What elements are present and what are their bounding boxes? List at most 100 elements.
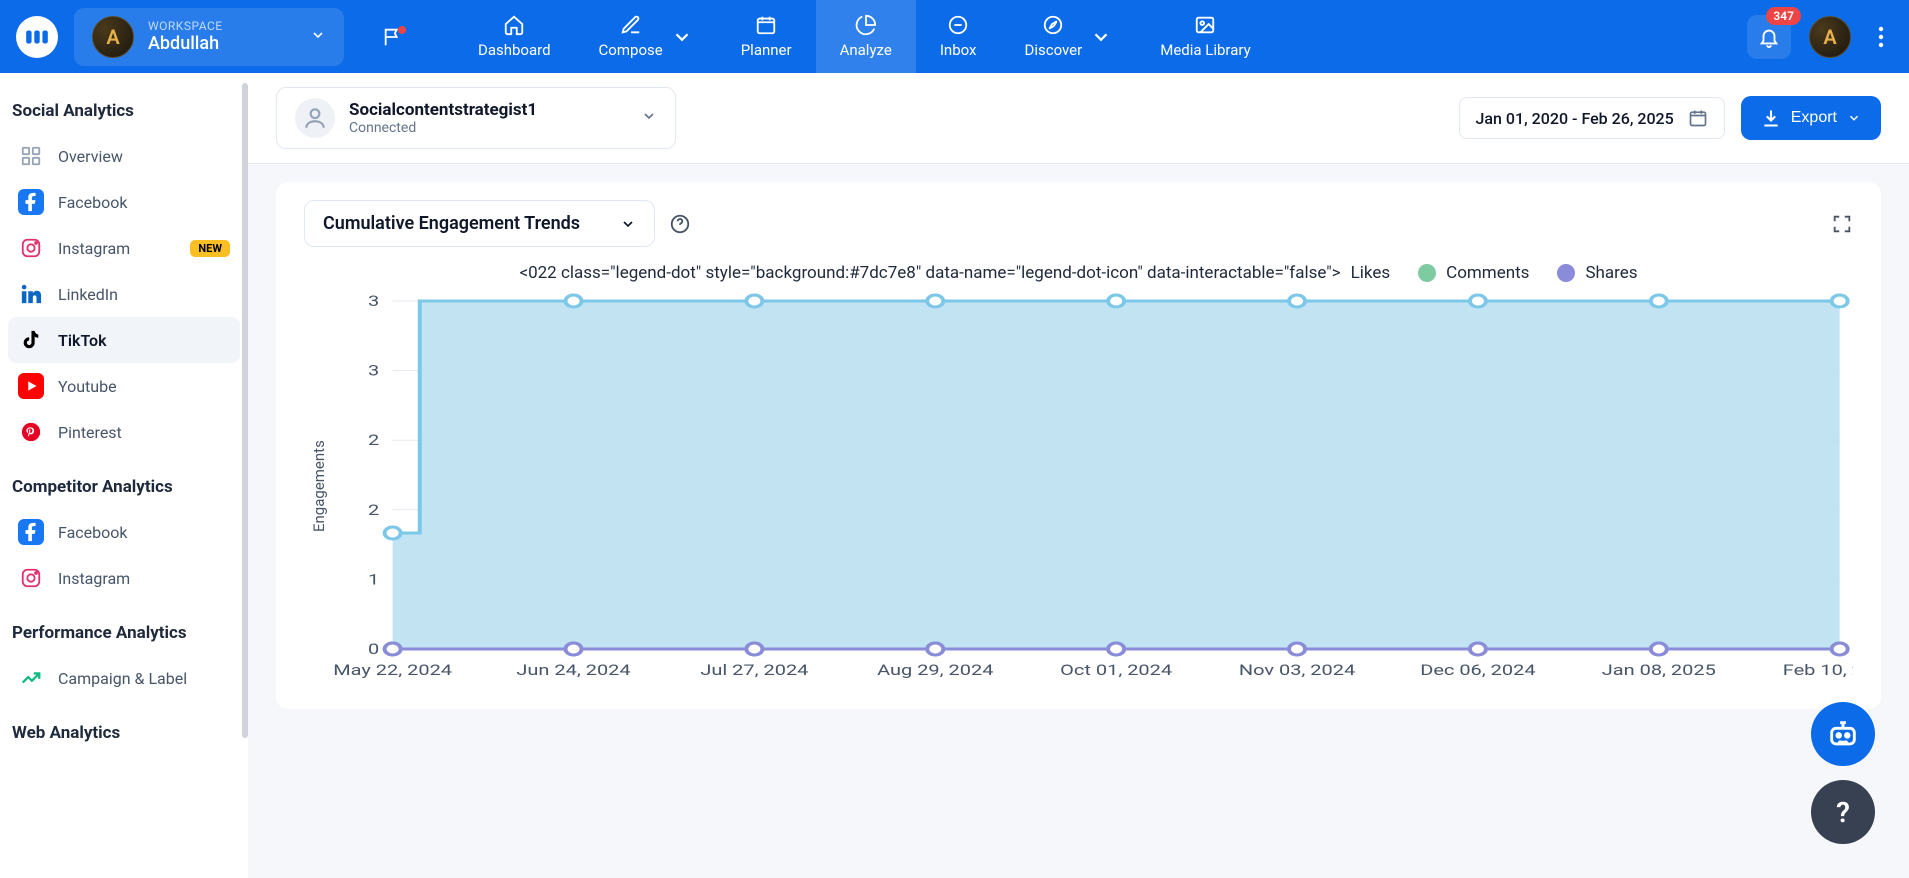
sidebar-item-label: Youtube [58,377,117,396]
svg-text:2: 2 [368,432,379,449]
sidebar-item-competitor-facebook[interactable]: Facebook [8,509,240,555]
nav-label: Media Library [1160,41,1250,59]
image-icon [1194,14,1216,36]
logo-icon [24,24,50,50]
instagram-icon [18,565,44,591]
pie-chart-icon [855,14,877,36]
sidebar-heading-competitor: Competitor Analytics [8,469,240,509]
sidebar: Social Analytics Overview Facebook Insta… [0,73,248,878]
download-icon [1761,108,1781,128]
chart-legend: <022 class="legend-dot" style="backgroun… [304,263,1853,283]
account-status: Connected [349,120,537,136]
grid-icon [18,143,44,169]
chevron-down-icon [1090,26,1112,48]
workspace-avatar: A [92,16,134,58]
sidebar-item-competitor-instagram[interactable]: Instagram [8,555,240,601]
user-avatar[interactable]: A [1809,16,1851,58]
flag-button[interactable] [372,16,414,58]
workspace-switcher[interactable]: A WORKSPACE Abdullah [74,8,344,66]
notification-count: 347 [1766,7,1801,25]
legend-item-likes[interactable]: <022 class="legend-dot" style="backgroun… [519,263,1390,283]
app-logo[interactable] [16,16,58,58]
engagement-chart: 332210May 22, 2024Jun 24, 2024Jul 27, 20… [334,291,1853,681]
nav-label: Planner [741,41,792,59]
legend-label: Shares [1585,263,1637,283]
nav-dashboard[interactable]: Dashboard [454,0,575,73]
sidebar-heading-performance: Performance Analytics [8,615,240,655]
legend-dot-icon [1557,264,1575,282]
help-button[interactable]: ? [1811,780,1875,844]
svg-text:Aug 29, 2024: Aug 29, 2024 [877,662,993,679]
pinterest-icon [18,419,44,445]
svg-text:Jun 24, 2024: Jun 24, 2024 [516,662,630,679]
sidebar-item-label: LinkedIn [58,285,118,304]
more-menu-button[interactable] [1869,26,1893,48]
svg-text:0: 0 [368,641,379,658]
chevron-down-icon [641,108,657,128]
expand-icon[interactable] [1831,213,1853,235]
sidebar-item-instagram[interactable]: Instagram NEW [8,225,240,271]
compass-icon [1042,14,1064,36]
svg-text:Dec 06, 2024: Dec 06, 2024 [1420,662,1535,679]
tiktok-icon [18,327,44,353]
chart-icon [18,665,44,691]
calendar-icon [1688,108,1708,128]
chat-bot-button[interactable] [1811,702,1875,766]
facebook-icon [18,519,44,545]
export-button[interactable]: Export [1741,96,1881,140]
svg-text:3: 3 [368,293,379,310]
new-badge: NEW [190,240,230,257]
nav-analyze[interactable]: Analyze [816,0,916,73]
nav-label: Discover [1024,41,1082,59]
nav-label: Dashboard [478,41,551,59]
user-icon [302,105,328,131]
legend-item-shares[interactable]: Shares [1557,263,1637,283]
home-icon [503,14,525,36]
svg-text:Feb 10, 2025: Feb 10, 2025 [1783,662,1853,679]
sidebar-item-facebook[interactable]: Facebook [8,179,240,225]
nav-compose[interactable]: Compose [575,0,717,73]
help-icon[interactable] [669,213,691,235]
svg-text:Nov 03, 2024: Nov 03, 2024 [1239,662,1355,679]
nav-discover[interactable]: Discover [1000,0,1136,73]
svg-text:Oct 01, 2024: Oct 01, 2024 [1060,662,1172,679]
sidebar-item-label: Instagram [58,569,130,588]
notifications-button[interactable]: 347 [1747,15,1791,59]
svg-text:Jan 08, 2025: Jan 08, 2025 [1602,662,1716,679]
nav-planner[interactable]: Planner [717,0,816,73]
sidebar-item-overview[interactable]: Overview [8,133,240,179]
main-content: Socialcontentstrategist1 Connected Jan 0… [248,73,1909,878]
sidebar-item-label: TikTok [58,331,107,350]
svg-text:Jul 27, 2024: Jul 27, 2024 [700,662,808,679]
legend-label: Likes [1351,263,1391,283]
account-selector[interactable]: Socialcontentstrategist1 Connected [276,87,676,149]
chevron-down-icon [620,216,636,232]
calendar-icon [755,14,777,36]
chart-type-dropdown[interactable]: Cumulative Engagement Trends [304,200,655,247]
sidebar-item-tiktok[interactable]: TikTok [8,317,240,363]
chart-card: Cumulative Engagement Trends <022 class=… [276,182,1881,709]
linkedin-icon [18,281,44,307]
nav-label: Compose [599,41,663,59]
chart-title: Cumulative Engagement Trends [323,213,580,234]
sidebar-item-pinterest[interactable]: Pinterest [8,409,240,455]
sidebar-item-label: Facebook [58,523,127,542]
svg-text:2: 2 [368,502,379,519]
sidebar-item-linkedin[interactable]: LinkedIn [8,271,240,317]
date-range-picker[interactable]: Jan 01, 2020 - Feb 26, 2025 [1459,97,1725,139]
workspace-name: Abdullah [148,33,223,54]
sidebar-item-youtube[interactable]: Youtube [8,363,240,409]
nav-inbox[interactable]: Inbox [916,0,1001,73]
sidebar-item-label: Facebook [58,193,127,212]
sidebar-item-campaign[interactable]: Campaign & Label [8,655,240,701]
nav-media-library[interactable]: Media Library [1136,0,1274,73]
edit-icon [620,14,642,36]
sidebar-heading-social: Social Analytics [8,93,240,133]
export-label: Export [1791,109,1837,127]
chevron-down-icon [310,27,326,47]
account-name: Socialcontentstrategist1 [349,100,537,120]
legend-item-comments[interactable]: Comments [1418,263,1529,283]
facebook-icon [18,189,44,215]
date-range-text: Jan 01, 2020 - Feb 26, 2025 [1476,109,1674,128]
svg-text:1: 1 [368,572,379,589]
